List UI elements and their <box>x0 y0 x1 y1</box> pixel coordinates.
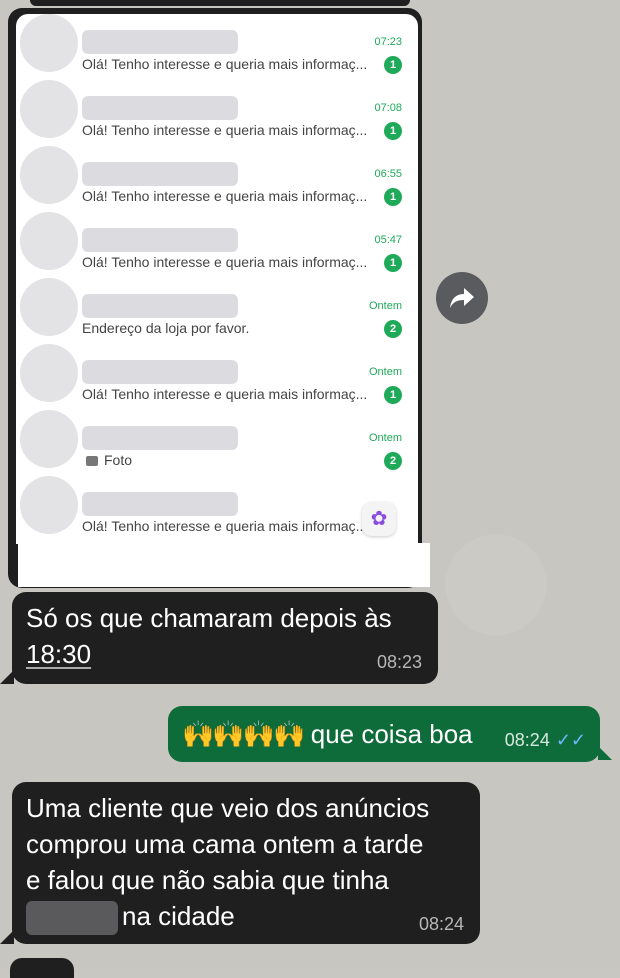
previous-bubble-edge <box>30 0 410 6</box>
chat-time: Ontem <box>368 432 402 444</box>
list-item: Olá! Tenho interesse e queria mais infor… <box>16 476 418 542</box>
chat-preview: Olá! Tenho interesse e queria mais infor… <box>82 56 368 72</box>
blurred-contact-name <box>82 294 238 318</box>
avatar <box>20 410 78 468</box>
list-item: Olá! Tenho interesse e queria mais infor… <box>16 80 418 146</box>
double-check-icon: ✓✓ <box>555 730 586 750</box>
chat-preview: Olá! Tenho interesse e queria mais infor… <box>82 386 368 402</box>
bubble-tail <box>598 746 612 760</box>
message-text-content: na cidade <box>122 901 235 931</box>
raising-hands-emoji: 🙌🙌🙌🙌 <box>182 719 305 749</box>
chat-preview: Olá! Tenho interesse e queria mais infor… <box>82 254 368 270</box>
blurred-contact-name <box>82 228 238 252</box>
unread-badge: 2 <box>384 320 402 338</box>
blurred-contact-name <box>82 30 238 54</box>
chat-list-screenshot[interactable]: Olá! Tenho interesse e queria mais infor… <box>16 14 418 544</box>
photo-icon <box>86 456 98 467</box>
list-item: Olá! Tenho interesse e queria mais infor… <box>16 14 418 80</box>
chat-time: Ontem <box>368 300 402 312</box>
next-bubble-edge <box>10 958 74 978</box>
list-item: Foto Ontem 2 <box>16 410 418 476</box>
message-text-line: comprou uma cama ontem a tarde <box>26 829 424 859</box>
list-item: Olá! Tenho interesse e queria mais infor… <box>16 212 418 278</box>
blurred-contact-name <box>82 162 238 186</box>
chat-time: 07:23 <box>374 36 402 48</box>
chat-time: 06:55 <box>374 168 402 180</box>
unread-badge: 2 <box>384 452 402 470</box>
unread-badge: 1 <box>384 254 402 272</box>
flower-icon: ✿ <box>362 502 396 536</box>
chat-time: Ontem <box>368 366 402 378</box>
unread-badge: 1 <box>384 56 402 74</box>
avatar <box>20 212 78 270</box>
blurred-contact-name <box>82 96 238 120</box>
avatar <box>20 476 78 534</box>
unread-badge: 1 <box>384 386 402 404</box>
list-item: Olá! Tenho interesse e queria mais infor… <box>16 344 418 410</box>
received-message-bubble[interactable]: Só os que chamaram depois às 18:30 08:23 <box>12 592 438 684</box>
sent-message-bubble[interactable]: 🙌🙌🙌🙌 que coisa boa 08:24 ✓✓ <box>168 706 600 762</box>
list-item: Olá! Tenho interesse e queria mais infor… <box>16 146 418 212</box>
unread-badge: 1 <box>384 188 402 206</box>
message-text-line: Uma cliente que veio dos anúncios <box>26 793 430 823</box>
bubble-tail <box>0 670 14 684</box>
chat-time: 07:08 <box>374 102 402 114</box>
avatar <box>20 344 78 402</box>
message-text-content: que coisa boa <box>310 719 473 749</box>
blurred-contact-name <box>82 360 238 384</box>
message-text-line: e falou que não sabia que tinha <box>26 865 389 895</box>
chat-preview: Olá! Tenho interesse e queria mais infor… <box>82 518 368 534</box>
message-timestamp: 08:23 <box>376 652 422 672</box>
forward-button[interactable] <box>436 272 488 324</box>
message-text: 🙌🙌🙌🙌 que coisa boa <box>182 716 473 752</box>
message-text-line: na cidade <box>26 898 235 936</box>
avatar <box>20 80 78 138</box>
blurred-store-name <box>26 901 118 936</box>
avatar <box>20 14 78 72</box>
blurred-contact-name <box>82 492 238 516</box>
message-text-line: Só os que chamaram depois às <box>26 603 392 633</box>
message-time-text: 08:24 <box>504 730 550 750</box>
received-message-bubble[interactable]: Uma cliente que veio dos anúncios compro… <box>12 782 480 944</box>
screenshot-crop-edge <box>18 543 430 587</box>
unread-badge: 1 <box>384 122 402 140</box>
avatar <box>20 146 78 204</box>
blurred-contact-name <box>82 426 238 450</box>
chat-preview-text: Foto <box>104 452 133 468</box>
chat-preview: Endereço da loja por favor. <box>82 320 250 336</box>
list-item: Endereço da loja por favor. Ontem 2 <box>16 278 418 344</box>
message-timestamp: 08:24 <box>418 914 464 934</box>
chat-time: 05:47 <box>374 234 402 246</box>
forward-arrow-icon <box>450 288 474 308</box>
chat-preview: Olá! Tenho interesse e queria mais infor… <box>82 188 368 204</box>
bubble-tail <box>0 930 14 944</box>
chat-preview: Olá! Tenho interesse e queria mais infor… <box>82 122 368 138</box>
chat-preview: Foto <box>82 452 132 468</box>
avatar <box>20 278 78 336</box>
message-timestamp: 08:24 ✓✓ <box>505 730 586 751</box>
message-time-link[interactable]: 18:30 <box>26 636 91 672</box>
